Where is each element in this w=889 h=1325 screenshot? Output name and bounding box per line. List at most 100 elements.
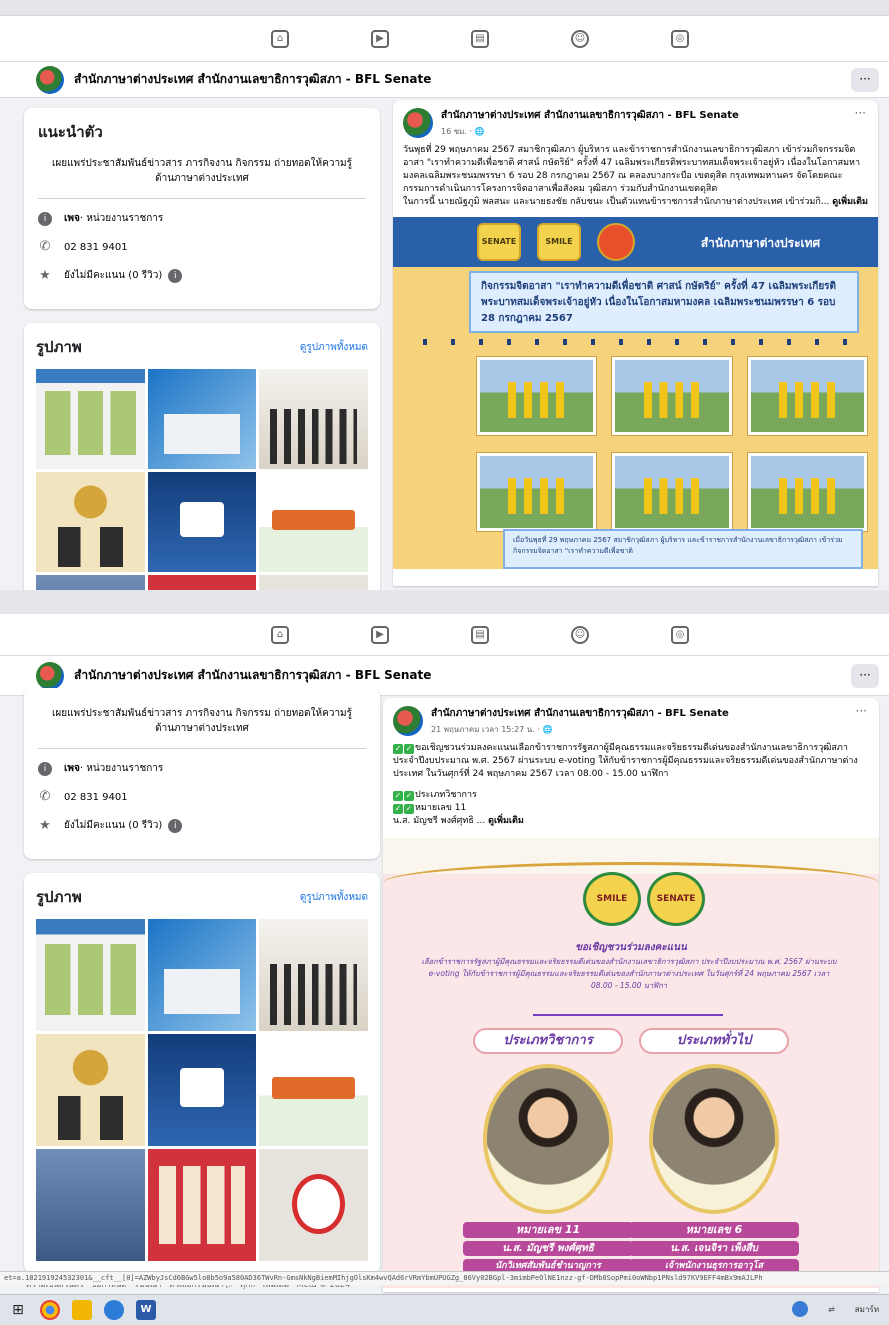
photo-thumbnail[interactable] <box>147 1034 257 1146</box>
tray-app-icon[interactable] <box>792 1301 809 1317</box>
photo-thumbnail[interactable] <box>36 369 145 469</box>
post-line: ประเภทวิชาการ <box>415 790 477 800</box>
word-icon[interactable]: W <box>136 1300 156 1320</box>
photo-thumbnail[interactable] <box>147 919 257 1031</box>
network-icon[interactable]: ⇌ <box>828 1305 835 1314</box>
page-header: สำนักภาษาต่างประเทศ สำนักงานเลขาธิการวุฒ… <box>0 62 889 98</box>
see-all-photos-link[interactable]: ดูรูปภาพทั้งหมด <box>300 890 368 905</box>
post-image[interactable]: SENATE SMILE สำนักภาษาต่างประเทศ กิจกรรม… <box>393 217 878 569</box>
post-body: วันพุธที่ 29 พฤษภาคม 2567 สมาชิกวุฒิสภา … <box>403 145 861 207</box>
check-icon: ✓ <box>393 804 403 814</box>
info-icon[interactable]: i <box>168 818 183 833</box>
intro-description: เผยแพร่ประชาสัมพันธ์ข่าวสาร ภารกิจงาน กิ… <box>38 706 366 749</box>
post-author[interactable]: สำนักภาษาต่างประเทศ สำนักงานเลขาธิการวุฒ… <box>431 706 729 721</box>
facebook-navbar: ⌂ ▶ ▤ ☺ ◎ <box>0 614 889 656</box>
see-all-photos-link[interactable]: ดูรูปภาพทั้งหมด <box>300 340 368 355</box>
poster-dots <box>423 339 863 345</box>
check-icon: ✓ <box>393 791 403 801</box>
photo-thumbnail[interactable] <box>259 472 368 572</box>
category-label: เพจ <box>64 763 80 774</box>
photo-thumbnail[interactable] <box>36 472 145 572</box>
post-image[interactable]: SMILE SENATE ขอเชิญชวนร่วมลงคะแนน เลือกข… <box>383 838 879 1288</box>
post-text: ✓ ✓ ขอเชิญชวนร่วมลงคะแนนเลือกข้าราชการรัฐส… <box>383 740 879 785</box>
candidate-photo-right <box>649 1064 779 1214</box>
photo-thumbnail[interactable] <box>36 1034 145 1146</box>
poster-photo <box>747 357 867 435</box>
file-explorer-icon[interactable] <box>72 1300 92 1320</box>
photo-thumbnail[interactable] <box>259 1034 368 1146</box>
category-value: · หน่วยงานราชการ <box>79 213 164 224</box>
info-icon[interactable]: i <box>168 268 183 283</box>
candidate-name-left: น.ส. มัญชรี พงศ์ศุทธิ <box>463 1241 633 1256</box>
page-name[interactable]: สำนักภาษาต่างประเทศ สำนักงานเลขาธิการวุฒ… <box>74 70 431 89</box>
post-avatar[interactable] <box>393 706 423 736</box>
photo-thumbnail[interactable] <box>36 1149 145 1261</box>
facebook-navbar: ⌂ ▶ ▤ ☺ ◎ <box>0 16 889 62</box>
gaming-icon[interactable]: ◎ <box>630 620 730 650</box>
photo-thumbnail[interactable] <box>259 1149 368 1261</box>
post-card: สำนักภาษาต่างประเทศ สำนักงานเลขาธิการวุฒ… <box>383 698 879 1292</box>
video-icon[interactable]: ▶ <box>330 620 430 650</box>
marketplace-icon[interactable]: ▤ <box>430 24 530 54</box>
intro-card: แนะนำตัว เผยแพร่ประชาสัมพันธ์ข่าวสาร ภาร… <box>24 108 380 309</box>
info-icon: i <box>38 761 52 776</box>
post-timestamp[interactable]: 16 ชม. · 🌐 <box>441 125 739 138</box>
photo-thumbnail[interactable] <box>147 472 257 572</box>
smile-logo: SMILE <box>537 223 581 261</box>
phone-number[interactable]: 02 831 9401 <box>64 792 128 803</box>
see-more-link[interactable]: ดูเพิ่มเติม <box>832 197 868 207</box>
video-icon[interactable]: ▶ <box>330 24 430 54</box>
post-text: วันพุธที่ 29 พฤษภาคม 2567 สมาชิกวุฒิสภา … <box>393 142 878 213</box>
home-icon[interactable]: ⌂ <box>230 620 330 650</box>
photos-header: รูปภาพ ดูรูปภาพทั้งหมด <box>36 335 368 359</box>
gaming-icon[interactable]: ◎ <box>630 24 730 54</box>
info-icon: i <box>38 211 52 226</box>
post-text-list: ✓ ✓ ประเภทวิชาการ ✓ ✓ หมายเลข 11 น.ส. มัญชรี… <box>383 785 879 832</box>
edge-icon[interactable] <box>104 1300 124 1320</box>
task-view-icon[interactable]: ⊞ <box>8 1300 28 1320</box>
photo-thumbnail[interactable] <box>36 919 145 1031</box>
photos-header: รูปภาพ ดูรูปภาพทั้งหมด <box>36 885 368 909</box>
phone-number[interactable]: 02 831 9401 <box>64 242 128 253</box>
candidate-category-left: ประเภทวิชาการ <box>473 1028 623 1054</box>
chrome-icon[interactable] <box>40 1300 60 1320</box>
photo-thumbnail[interactable] <box>259 369 368 469</box>
page-logo[interactable] <box>36 65 64 94</box>
tray-text[interactable]: สมาร์ท <box>855 1303 879 1316</box>
post-line: หมายเลข 11 <box>415 803 467 813</box>
groups-icon[interactable]: ☺ <box>530 24 630 54</box>
photo-thumbnail[interactable] <box>147 1149 257 1261</box>
marketplace-icon[interactable]: ▤ <box>430 620 530 650</box>
photo-thumbnail[interactable] <box>147 369 257 469</box>
photo-thumbnail[interactable] <box>147 575 257 590</box>
poster-title: กิจกรรมจิตอาสา "เราทำความดีเพื่อชาติ ศาส… <box>469 271 859 333</box>
post-timestamp[interactable]: 21 พฤษภาคม เวลา 15:27 น. · 🌐 <box>431 723 729 736</box>
post-options-icon[interactable]: ··· <box>856 704 867 718</box>
left-column: แนะนำตัว เผยแพร่ประชาสัมพันธ์ข่าวสาร ภาร… <box>24 108 380 590</box>
more-button[interactable]: ··· <box>851 664 879 688</box>
screenshot-bottom: ⌂ ▶ ▤ ☺ ◎ สำนักภาษาต่างประเทศ สำนักงานเล… <box>0 614 889 1294</box>
post-author[interactable]: สำนักภาษาต่างประเทศ สำนักงานเลขาธิการวุฒ… <box>441 108 739 123</box>
post-options-icon[interactable]: ··· <box>855 106 866 120</box>
category-label: เพจ <box>64 213 80 224</box>
home-icon[interactable]: ⌂ <box>230 24 330 54</box>
check-icon: ✓ <box>404 744 414 754</box>
photo-thumbnail[interactable] <box>259 575 368 590</box>
post-body: ขอเชิญชวนร่วมลงคะแนนเลือกข้าราชการรัฐสภา… <box>393 743 858 779</box>
page-logo[interactable] <box>36 661 64 690</box>
photos-title: รูปภาพ <box>36 888 82 906</box>
see-more-link[interactable]: ดูเพิ่มเติม <box>488 816 524 826</box>
more-button[interactable]: ··· <box>851 68 879 92</box>
photo-grid <box>36 369 368 590</box>
phone-icon: ✆ <box>39 239 51 254</box>
photo-thumbnail[interactable] <box>259 919 368 1031</box>
post-avatar[interactable] <box>403 108 433 138</box>
groups-icon[interactable]: ☺ <box>530 620 630 650</box>
photos-card: รูปภาพ ดูรูปภาพทั้งหมด <box>24 873 380 1273</box>
photos-card: รูปภาพ ดูรูปภาพทั้งหมด <box>24 323 380 590</box>
poster-divider <box>533 1014 723 1016</box>
photo-thumbnail[interactable] <box>36 575 145 590</box>
check-icon: ✓ <box>404 804 414 814</box>
senate-logo: SENATE <box>477 223 521 261</box>
page-name[interactable]: สำนักภาษาต่างประเทศ สำนักงานเลขาธิการวุฒ… <box>74 666 431 685</box>
